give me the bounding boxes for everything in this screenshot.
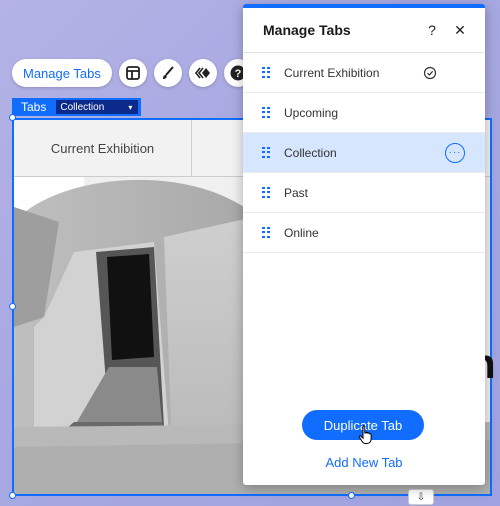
tab-current-exhibition[interactable]: Current Exhibition: [14, 120, 192, 177]
manage-tabs-panel: Manage Tabs ? ✕ Current Exhibition Upcom…: [243, 4, 485, 485]
tab-dropdown-value: Collection: [60, 101, 105, 113]
tab-row-label: Collection: [284, 145, 337, 160]
help-icon[interactable]: ?: [421, 22, 443, 38]
tab-row-label: Upcoming: [284, 105, 339, 120]
svg-text:?: ?: [234, 68, 241, 80]
drag-handle-icon[interactable]: [262, 186, 272, 199]
resize-handle-top-left[interactable]: [9, 114, 16, 121]
resize-handle-left[interactable]: [9, 303, 16, 310]
more-actions-icon[interactable]: ···: [445, 143, 465, 163]
layout-button[interactable]: [118, 59, 147, 87]
manage-tabs-button[interactable]: Manage Tabs: [12, 59, 112, 87]
panel-header: Manage Tabs ? ✕: [243, 8, 485, 53]
tab-row-label: Current Exhibition: [284, 65, 380, 80]
download-icon: ⇩: [416, 491, 426, 503]
brush-icon: [162, 66, 174, 79]
element-toolbar: Manage Tabs ?: [12, 59, 252, 87]
add-new-tab-link[interactable]: Add New Tab: [243, 455, 485, 470]
design-button[interactable]: [153, 59, 182, 87]
drag-handle-icon[interactable]: [262, 146, 272, 159]
tab-list: Current Exhibition Upcoming Collection ·…: [243, 53, 485, 253]
element-type-label: Tabs: [21, 100, 47, 114]
drag-handle-icon[interactable]: [262, 226, 272, 239]
stretch-toggle[interactable]: ⇩: [408, 489, 434, 505]
hand-cursor-icon: [358, 425, 372, 444]
drag-handle-icon[interactable]: [262, 66, 272, 79]
tab-row-label: Online: [284, 225, 319, 240]
resize-handle-bottom-left[interactable]: [9, 492, 16, 499]
tab-row-collection[interactable]: Collection ···: [243, 133, 485, 173]
tab-dropdown[interactable]: Collection ▾: [56, 100, 139, 114]
tab-row-past[interactable]: Past: [243, 173, 485, 213]
tab-row-current-exhibition[interactable]: Current Exhibition: [243, 53, 485, 93]
chevron-down-icon: ▾: [128, 102, 133, 112]
resize-handle-bottom[interactable]: [348, 492, 355, 499]
animation-icon: [194, 67, 210, 79]
animation-button[interactable]: [188, 59, 217, 87]
selection-label: Tabs Collection ▾: [12, 98, 142, 116]
default-check-icon: [423, 66, 437, 80]
close-icon[interactable]: ✕: [449, 22, 471, 39]
layout-icon: [125, 66, 140, 80]
tab-row-online[interactable]: Online: [243, 213, 485, 253]
tab-row-upcoming[interactable]: Upcoming: [243, 93, 485, 133]
tab-row-label: Past: [284, 185, 309, 200]
panel-title: Manage Tabs: [263, 22, 351, 38]
drag-handle-icon[interactable]: [262, 106, 272, 119]
